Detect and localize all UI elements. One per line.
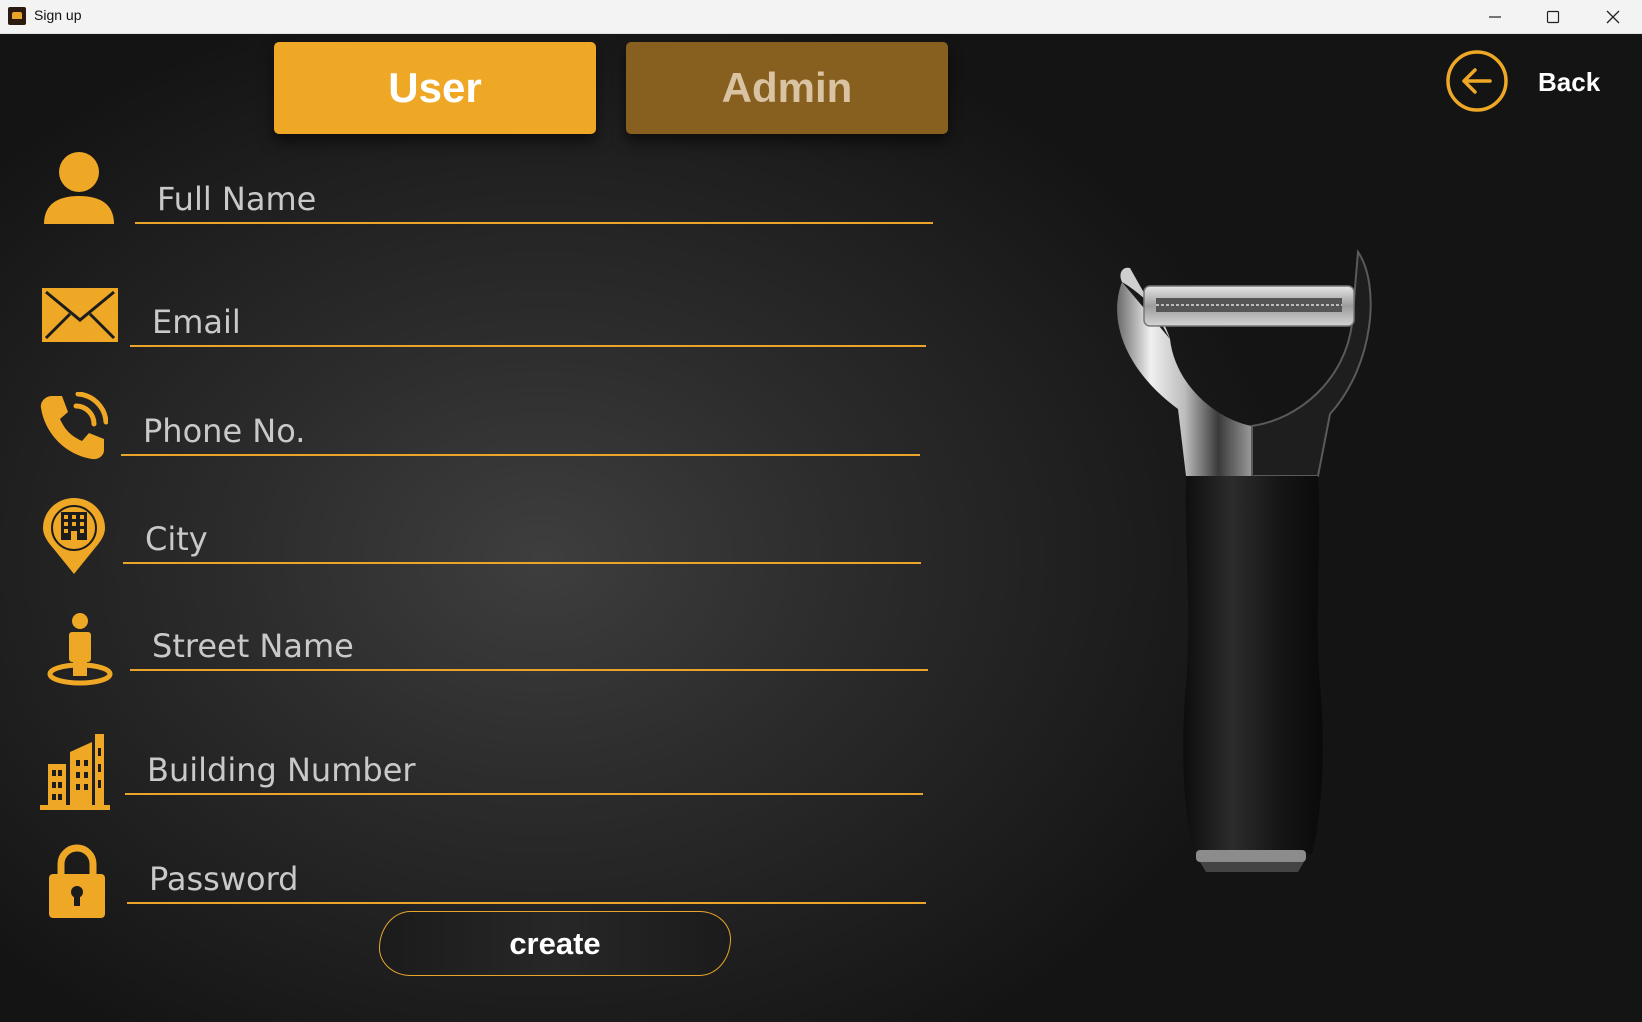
back-label: Back: [1538, 67, 1601, 97]
building-icon: [40, 734, 110, 810]
password-field[interactable]: [127, 856, 926, 904]
maximize-icon: [1546, 10, 1560, 23]
street-person-icon: [47, 613, 113, 686]
title-bar: Sign up: [0, 0, 1642, 34]
email-input[interactable]: [130, 299, 926, 345]
arrow-left-circle-icon: [1446, 50, 1508, 112]
full-name-input[interactable]: [135, 176, 933, 222]
building-number-field[interactable]: [125, 747, 923, 795]
user-icon: [44, 152, 114, 224]
city-pin-icon: [43, 498, 105, 574]
create-button[interactable]: create: [379, 911, 731, 976]
street-name-input[interactable]: [130, 623, 928, 669]
envelope-icon: [42, 288, 118, 342]
phone-icon: [40, 392, 108, 460]
minimize-icon: [1489, 15, 1501, 18]
window-title: Sign up: [34, 7, 82, 23]
close-button[interactable]: [1584, 0, 1642, 33]
phone-input[interactable]: [121, 408, 920, 454]
minimize-button[interactable]: [1466, 0, 1524, 33]
full-name-field[interactable]: [135, 176, 933, 224]
tab-user[interactable]: User: [274, 42, 596, 134]
app-icon: [8, 7, 26, 25]
city-input[interactable]: [123, 516, 921, 562]
close-icon: [1606, 10, 1620, 23]
maximize-button[interactable]: [1524, 0, 1582, 33]
street-name-field[interactable]: [130, 623, 928, 671]
city-field[interactable]: [123, 516, 921, 564]
tab-admin[interactable]: Admin: [626, 42, 948, 134]
signup-panel: User Admin Back Full Name Email Phone No…: [0, 34, 1642, 1022]
building-number-input[interactable]: [125, 747, 923, 793]
password-input[interactable]: [127, 856, 926, 902]
phone-field[interactable]: [121, 408, 920, 456]
lock-icon: [49, 844, 105, 918]
email-field[interactable]: [130, 299, 926, 347]
back-button[interactable]: Back: [1446, 50, 1606, 116]
peeler-product-image: [1117, 249, 1372, 872]
